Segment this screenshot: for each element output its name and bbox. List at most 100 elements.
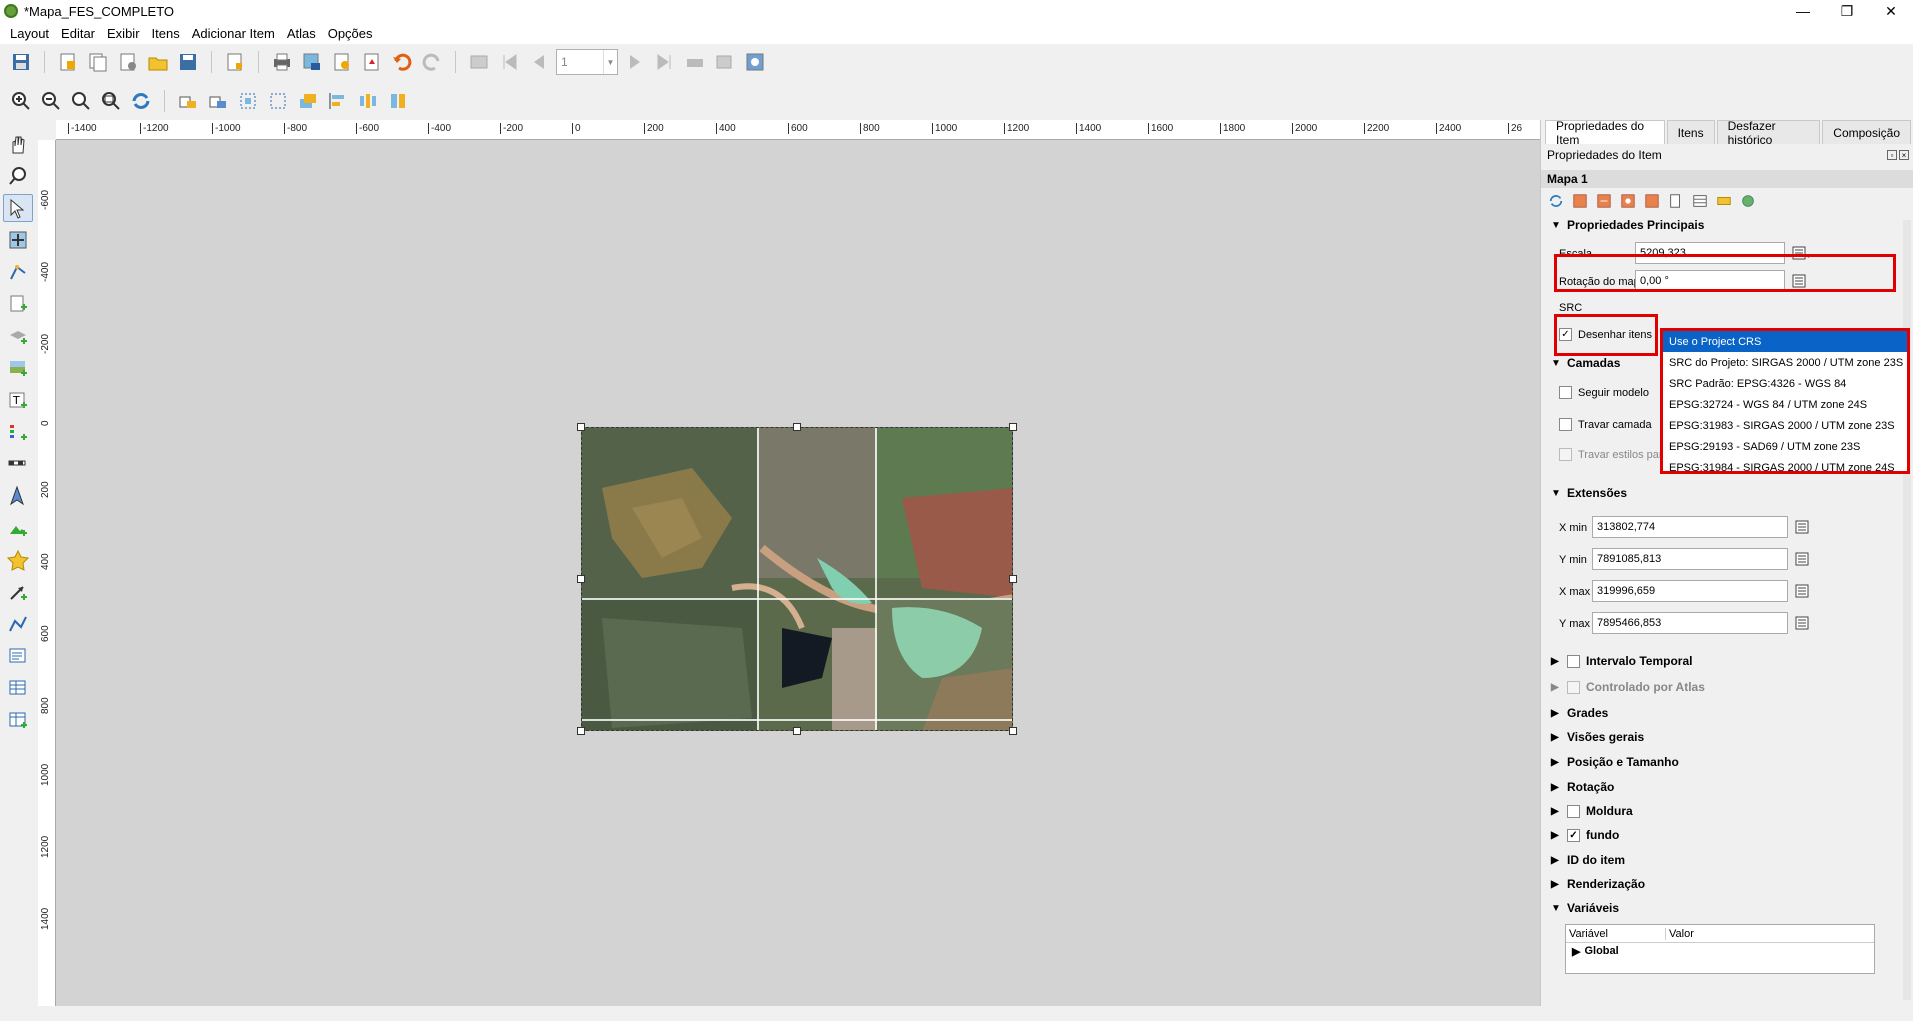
next-feature-icon[interactable] xyxy=(622,49,648,75)
add-picture-icon[interactable] xyxy=(3,514,33,542)
section-layers[interactable]: ▼ Camadas xyxy=(1551,356,1620,370)
add-attribute-table-icon[interactable] xyxy=(3,674,33,702)
xmin-field[interactable]: 313802,774 xyxy=(1592,516,1788,538)
select-move-icon[interactable] xyxy=(3,194,33,222)
resize-handle[interactable] xyxy=(577,423,585,431)
menu-adicionar-item[interactable]: Adicionar Item xyxy=(186,26,281,41)
data-defined-override-icon[interactable] xyxy=(1789,242,1813,264)
tab-composition[interactable]: Composição xyxy=(1822,120,1911,144)
view-extent-icon[interactable] xyxy=(1595,192,1613,210)
move-content-icon[interactable] xyxy=(3,226,33,254)
last-feature-icon[interactable] xyxy=(652,49,678,75)
atlas-checkbox[interactable] xyxy=(1567,680,1580,694)
menu-editar[interactable]: Editar xyxy=(55,26,101,41)
bookmarks-icon[interactable] xyxy=(1667,192,1685,210)
add-html-icon[interactable] xyxy=(3,642,33,670)
lock-items-icon[interactable] xyxy=(175,88,201,114)
float-panel-icon[interactable]: ▫ xyxy=(1887,150,1897,160)
menu-exibir[interactable]: Exibir xyxy=(101,26,146,41)
export-image-icon[interactable] xyxy=(299,49,325,75)
export-svg-icon[interactable] xyxy=(329,49,355,75)
set-extent-icon[interactable] xyxy=(1571,192,1589,210)
add-polyline-icon[interactable] xyxy=(3,610,33,638)
add-map-icon[interactable] xyxy=(3,354,33,382)
print-atlas-icon[interactable] xyxy=(682,49,708,75)
new-layout-icon[interactable] xyxy=(55,49,81,75)
menu-layout[interactable]: Layout xyxy=(4,26,55,41)
duplicate-layout-icon[interactable] xyxy=(85,49,111,75)
resize-handle[interactable] xyxy=(1009,727,1017,735)
section-grids[interactable]: ▶ Grades xyxy=(1551,706,1608,720)
clipping-icon[interactable] xyxy=(1739,192,1757,210)
section-frame[interactable]: ▶ Moldura xyxy=(1551,804,1633,818)
crs-option[interactable]: Use o Project CRS xyxy=(1663,331,1907,352)
add-north-arrow-icon[interactable] xyxy=(3,482,33,510)
previous-feature-icon[interactable] xyxy=(526,49,552,75)
frame-checkbox[interactable] xyxy=(1567,804,1580,818)
section-variables[interactable]: ▼ Variáveis xyxy=(1551,901,1619,915)
section-position-size[interactable]: ▶ Posição e Tamanho xyxy=(1551,755,1679,769)
crs-option[interactable]: EPSG:32724 - WGS 84 / UTM zone 24S xyxy=(1663,394,1907,415)
align-items-icon[interactable] xyxy=(325,88,351,114)
xmax-field[interactable]: 319996,659 xyxy=(1592,580,1788,602)
ungroup-items-icon[interactable] xyxy=(265,88,291,114)
add-label-icon[interactable]: T xyxy=(3,386,33,414)
section-main-properties[interactable]: ▼ Propriedades Principais xyxy=(1551,218,1704,232)
follow-theme-checkbox[interactable] xyxy=(1559,386,1572,399)
atlas-settings-icon[interactable] xyxy=(466,49,492,75)
crs-option[interactable]: SRC Padrão: EPSG:4326 - WGS 84 xyxy=(1663,373,1907,394)
section-item-id[interactable]: ▶ ID do item xyxy=(1551,853,1625,867)
labels-icon[interactable] xyxy=(1715,192,1733,210)
tab-items[interactable]: Itens xyxy=(1666,120,1715,144)
section-overviews[interactable]: ▶ Visões gerais xyxy=(1551,730,1644,744)
section-temporal[interactable]: ▶ Intervalo Temporal xyxy=(1551,654,1692,668)
zoom-full-icon[interactable] xyxy=(98,88,124,114)
variables-row-global[interactable]: ▶ Global xyxy=(1566,943,1874,959)
zoom-in-icon[interactable] xyxy=(8,88,34,114)
resize-handle[interactable] xyxy=(577,727,585,735)
add-page-icon[interactable] xyxy=(3,290,33,318)
temporal-checkbox[interactable] xyxy=(1567,654,1580,668)
map-item[interactable] xyxy=(581,427,1013,731)
draw-items-checkbox[interactable]: ✓ xyxy=(1559,328,1572,341)
atlas-page-field[interactable]: 1 ▼ xyxy=(556,49,618,75)
scale-field[interactable]: 5209,323 xyxy=(1635,242,1785,264)
menu-atlas[interactable]: Atlas xyxy=(281,26,322,41)
new-page-icon[interactable] xyxy=(222,49,248,75)
refresh-preview-icon[interactable] xyxy=(1547,192,1565,210)
data-defined-override-icon[interactable] xyxy=(1792,580,1816,602)
resize-handle[interactable] xyxy=(577,575,585,583)
add-arrow-icon[interactable] xyxy=(3,578,33,606)
menu-itens[interactable]: Itens xyxy=(146,26,186,41)
undo-icon[interactable] xyxy=(389,49,415,75)
layout-canvas[interactable] xyxy=(56,140,1540,1006)
ymin-field[interactable]: 7891085,813 xyxy=(1592,548,1788,570)
lock-styles-checkbox[interactable] xyxy=(1559,448,1572,461)
resize-handle[interactable] xyxy=(1009,423,1017,431)
section-extents[interactable]: ▼ Extensões xyxy=(1551,486,1627,500)
crs-option[interactable]: SRC do Projeto: SIRGAS 2000 / UTM zone 2… xyxy=(1663,352,1907,373)
layout-manager-icon[interactable] xyxy=(115,49,141,75)
section-background[interactable]: ▶ ✓ fundo xyxy=(1551,828,1619,842)
add-3d-map-icon[interactable] xyxy=(3,322,33,350)
refresh-icon[interactable] xyxy=(128,88,154,114)
layers-icon[interactable] xyxy=(1691,192,1709,210)
tab-undo-history[interactable]: Desfazer histórico xyxy=(1716,119,1821,147)
minimize-button[interactable]: — xyxy=(1781,0,1825,22)
first-feature-icon[interactable] xyxy=(496,49,522,75)
data-defined-override-icon[interactable] xyxy=(1792,612,1816,634)
menu-opcoes[interactable]: Opções xyxy=(322,26,379,41)
data-defined-override-icon[interactable] xyxy=(1792,516,1816,538)
lock-layers-checkbox[interactable] xyxy=(1559,418,1572,431)
tab-item-properties[interactable]: Propriedades do Item xyxy=(1545,119,1665,147)
redo-icon[interactable] xyxy=(419,49,445,75)
zoom-actual-icon[interactable] xyxy=(68,88,94,114)
zoom-out-icon[interactable] xyxy=(38,88,64,114)
data-defined-override-icon[interactable] xyxy=(1792,548,1816,570)
resize-handle[interactable] xyxy=(1009,575,1017,583)
atlas-preview-icon[interactable] xyxy=(742,49,768,75)
crs-dropdown-list[interactable]: Use o Project CRS SRC do Projeto: SIRGAS… xyxy=(1660,328,1910,474)
add-legend-icon[interactable] xyxy=(3,418,33,446)
crs-option[interactable]: EPSG:31984 - SIRGAS 2000 / UTM zone 24S xyxy=(1663,457,1907,478)
resize-items-icon[interactable] xyxy=(385,88,411,114)
